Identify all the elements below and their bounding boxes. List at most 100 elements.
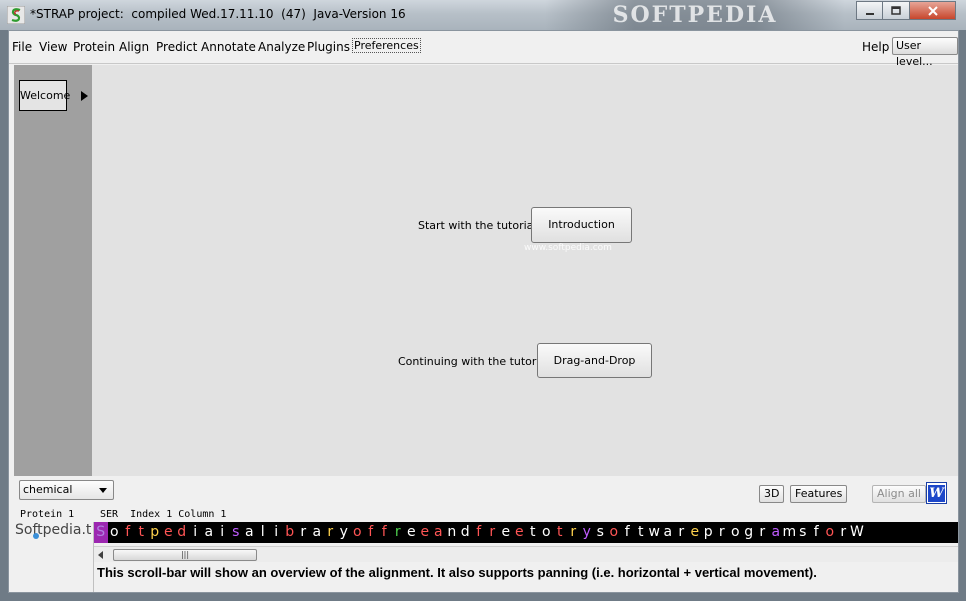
residue[interactable]: r [297,522,311,543]
residue[interactable]: e [162,522,176,543]
residue[interactable]: n [445,522,459,543]
residue[interactable]: i [189,522,203,543]
residue[interactable]: r [715,522,729,543]
residue[interactable]: b [283,522,297,543]
maximize-button[interactable] [883,1,910,20]
residue[interactable]: o [823,522,837,543]
residue[interactable]: m [783,522,797,543]
chevron-down-icon [99,488,107,493]
menu-protein[interactable]: Protein [73,40,115,54]
sequence-row[interactable]: Softpediaisalibraryoffreeandfreetotrysof… [94,522,958,543]
residue[interactable]: l [256,522,270,543]
window-controls [856,1,956,20]
residue[interactable]: r [675,522,689,543]
residue[interactable]: i [216,522,230,543]
residue[interactable]: w [648,522,662,543]
user-level-button[interactable]: User level... [892,37,958,68]
residue[interactable]: r [391,522,405,543]
menu-predict[interactable]: Predict [156,40,197,54]
alignment-header: Protein 1 SER Index 1 Column 1 [14,508,958,522]
residue[interactable]: d [175,522,189,543]
residue-info-header: SER Index 1 Column 1 [100,509,227,520]
residue[interactable]: y [580,522,594,543]
residue[interactable]: p [702,522,716,543]
residue[interactable]: W [850,522,864,543]
residue[interactable]: r [324,522,338,543]
menu-analyze[interactable]: Analyze [258,40,305,54]
color-mode-value: chemical [23,483,73,496]
3d-button[interactable]: 3D [759,485,785,503]
strap-app-icon [7,6,25,24]
residue[interactable]: t [634,522,648,543]
cursor-marker-icon [33,533,39,539]
residue[interactable]: y [337,522,351,543]
drag-and-drop-button[interactable]: Drag-and-Drop [537,343,652,378]
residue[interactable]: t [526,522,540,543]
residue[interactable]: o [351,522,365,543]
residue[interactable]: o [540,522,554,543]
residue[interactable]: f [621,522,635,543]
intro-label: Start with the tutorial [418,219,537,232]
residue[interactable]: o [607,522,621,543]
residue[interactable]: o [729,522,743,543]
residue[interactable]: f [472,522,486,543]
features-button[interactable]: Features [790,485,848,503]
residue[interactable]: a [243,522,257,543]
introduction-button[interactable]: Introduction [531,207,632,243]
maximize-icon [891,5,901,15]
menu-help[interactable]: Help [862,40,889,54]
menu-plugins[interactable]: Plugins [307,40,350,54]
residue[interactable]: s [594,522,608,543]
residue[interactable]: t [135,522,149,543]
residue[interactable]: f [378,522,392,543]
sequence-names-column: Softpedia.t [14,522,94,592]
residue[interactable]: a [310,522,324,543]
residue[interactable]: S [94,522,108,543]
residue[interactable]: t [553,522,567,543]
residue[interactable]: e [418,522,432,543]
residue[interactable]: r [837,522,851,543]
residue[interactable]: a [769,522,783,543]
welcome-tab[interactable]: Welcome [19,80,70,111]
residue[interactable]: a [661,522,675,543]
residue[interactable]: e [499,522,513,543]
residue[interactable]: r [486,522,500,543]
residue[interactable]: g [742,522,756,543]
menu-annotate[interactable]: Annotate [201,40,256,54]
residue[interactable]: s [229,522,243,543]
scroll-thumb[interactable]: ||| [113,549,257,561]
alignment-scrollbar[interactable]: ||| [94,546,958,562]
color-mode-select[interactable]: chemical [19,480,114,500]
menu-file[interactable]: File [12,40,32,54]
residue[interactable]: f [121,522,135,543]
residue[interactable]: f [364,522,378,543]
residue[interactable]: e [405,522,419,543]
scroll-left-arrow-icon[interactable] [98,551,103,559]
residue[interactable]: a [202,522,216,543]
residue[interactable]: f [810,522,824,543]
residue[interactable]: p [148,522,162,543]
residue[interactable]: e [513,522,527,543]
alignment-panel: chemical 3D Features Align all W Protein… [9,476,958,592]
residue[interactable]: i [270,522,284,543]
residue[interactable]: s [796,522,810,543]
word-icon: W [928,484,945,502]
softpedia-faint-watermark: www.softpedia.com [524,243,612,253]
residue[interactable]: e [688,522,702,543]
menu-view[interactable]: View [39,40,67,54]
word-export-button[interactable]: W [926,482,947,504]
residue[interactable]: d [459,522,473,543]
residue[interactable]: a [432,522,446,543]
residue[interactable]: o [108,522,122,543]
menu-align[interactable]: Align [119,40,149,54]
main-window: File View Protein Align Predict Annotate… [8,30,959,593]
sequence-name[interactable]: Softpedia.t [15,522,95,538]
residue[interactable]: r [756,522,770,543]
minimize-icon [865,12,874,15]
minimize-button[interactable] [856,1,883,20]
menu-preferences[interactable]: Preferences [352,38,421,53]
residue[interactable]: r [567,522,581,543]
close-button[interactable] [910,1,956,20]
align-all-button[interactable]: Align all [872,485,926,503]
scrollbar-hint: This scroll-bar will show an overview of… [97,565,817,580]
